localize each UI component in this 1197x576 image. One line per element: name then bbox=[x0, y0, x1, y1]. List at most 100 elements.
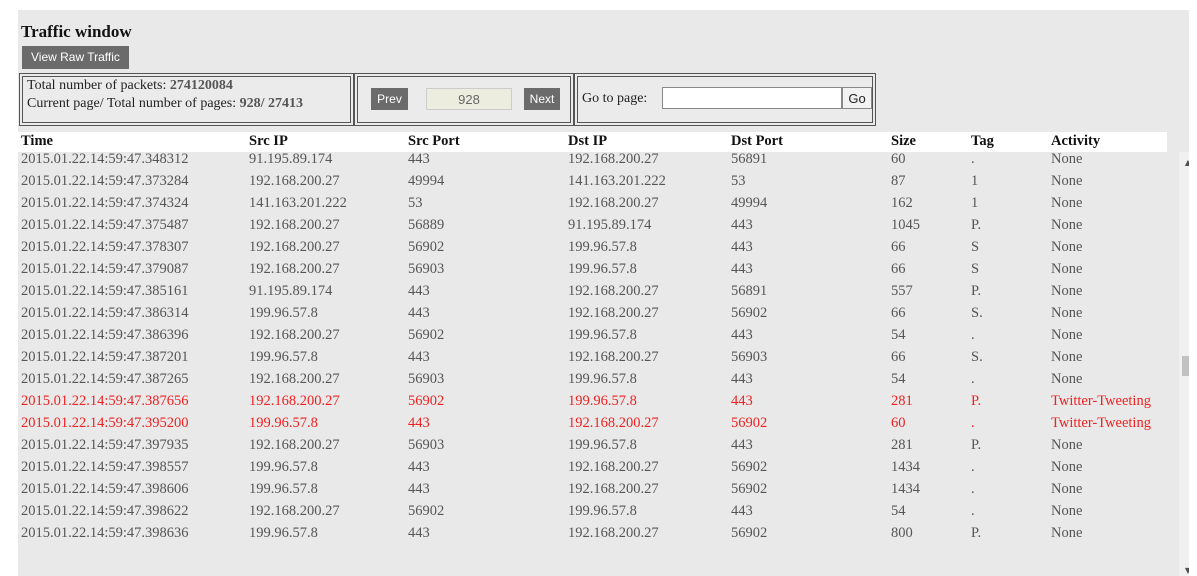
cell-time: 2015.01.22.14:59:47.386314 bbox=[21, 305, 189, 321]
cell-tag: S bbox=[971, 239, 980, 255]
table-row[interactable]: 2015.01.22.14:59:47.374324 141.163.201.22… bbox=[18, 195, 1170, 217]
cell-src-ip: 192.168.200.27 bbox=[249, 371, 340, 387]
scrollbar-thumb[interactable] bbox=[1182, 356, 1189, 376]
cell-activity: None bbox=[1051, 349, 1083, 365]
cell-time: 2015.01.22.14:59:47.395200 bbox=[21, 415, 189, 431]
cell-dst-ip: 192.168.200.27 bbox=[568, 152, 659, 167]
cell-src-port: 56903 bbox=[408, 371, 445, 387]
cell-dst-port: 443 bbox=[731, 217, 753, 233]
table-row[interactable]: 2015.01.22.14:59:47.387201 199.96.57.8 443… bbox=[18, 349, 1170, 371]
cell-src-ip: 192.168.200.27 bbox=[249, 437, 340, 453]
scroll-up-icon[interactable]: ▲ bbox=[1179, 156, 1189, 170]
cell-dst-port: 443 bbox=[731, 437, 753, 453]
cell-size: 281 bbox=[891, 393, 913, 409]
table-row[interactable]: 2015.01.22.14:59:47.395200 199.96.57.8 443… bbox=[18, 415, 1170, 437]
cell-activity: None bbox=[1051, 371, 1083, 387]
page-count: Current page/ Total number of pages: 928… bbox=[27, 96, 303, 112]
cell-dst-port: 443 bbox=[731, 261, 753, 277]
stats-box: Total number of packets: 274120084 Curre… bbox=[19, 73, 354, 126]
table-row[interactable]: 2015.01.22.14:59:47.397935 192.168.200.27… bbox=[18, 437, 1170, 459]
table-row[interactable]: 2015.01.22.14:59:47.387656 192.168.200.27… bbox=[18, 393, 1170, 415]
next-button[interactable]: Next bbox=[524, 88, 560, 110]
table-row[interactable]: 2015.01.22.14:59:47.385161 91.195.89.174 4… bbox=[18, 283, 1170, 305]
cell-tag: P. bbox=[971, 283, 982, 299]
cell-activity: None bbox=[1051, 195, 1083, 211]
table-row[interactable]: 2015.01.22.14:59:47.398622 192.168.200.27… bbox=[18, 503, 1170, 525]
col-activity: Activity bbox=[1051, 133, 1101, 149]
go-button[interactable]: Go bbox=[842, 87, 872, 109]
table-row[interactable]: 2015.01.22.14:59:47.386396 192.168.200.27… bbox=[18, 327, 1170, 349]
table-row[interactable]: 2015.01.22.14:59:47.348312 91.195.89.174 4… bbox=[18, 152, 1170, 173]
cell-time: 2015.01.22.14:59:47.378307 bbox=[21, 239, 189, 255]
cell-dst-ip: 192.168.200.27 bbox=[568, 525, 659, 541]
cell-activity: None bbox=[1051, 217, 1083, 233]
view-raw-traffic-button[interactable]: View Raw Traffic bbox=[22, 46, 129, 69]
cell-tag: P. bbox=[971, 393, 982, 409]
cell-dst-ip: 199.96.57.8 bbox=[568, 327, 637, 343]
cell-time: 2015.01.22.14:59:47.385161 bbox=[21, 283, 189, 299]
goto-label: Go to page: bbox=[582, 91, 648, 106]
cell-activity: Twitter-Tweeting bbox=[1051, 415, 1151, 431]
cell-dst-port: 56903 bbox=[731, 349, 768, 365]
prev-button[interactable]: Prev bbox=[371, 88, 408, 110]
cell-time: 2015.01.22.14:59:47.387656 bbox=[21, 393, 189, 409]
cell-time: 2015.01.22.14:59:47.375487 bbox=[21, 217, 189, 233]
goto-page-input[interactable] bbox=[662, 87, 842, 109]
cell-dst-ip: 192.168.200.27 bbox=[568, 195, 659, 211]
table-row[interactable]: 2015.01.22.14:59:47.373284 192.168.200.27… bbox=[18, 173, 1170, 195]
cell-dst-port: 53 bbox=[731, 173, 746, 189]
cell-dst-port: 443 bbox=[731, 239, 753, 255]
cell-tag: P. bbox=[971, 217, 982, 233]
cell-activity: None bbox=[1051, 481, 1083, 497]
window-title: Traffic window bbox=[21, 22, 132, 41]
cell-src-port: 443 bbox=[408, 415, 430, 431]
current-page-input[interactable] bbox=[426, 88, 512, 110]
col-size: Size bbox=[891, 133, 916, 149]
traffic-table-body: 2015.01.22.14:59:47.348312 91.195.89.174 4… bbox=[18, 152, 1170, 576]
page-count-label: Current page/ Total number of pages: bbox=[27, 96, 237, 111]
total-packets-label: Total number of packets: bbox=[27, 78, 167, 93]
cell-tag: . bbox=[971, 415, 975, 431]
cell-tag: . bbox=[971, 371, 975, 387]
cell-src-port: 56902 bbox=[408, 327, 445, 343]
cell-src-port: 53 bbox=[408, 195, 423, 211]
cell-size: 66 bbox=[891, 349, 906, 365]
cell-time: 2015.01.22.14:59:47.398606 bbox=[21, 481, 189, 497]
cell-size: 87 bbox=[891, 173, 906, 189]
table-row[interactable]: 2015.01.22.14:59:47.398606 199.96.57.8 443… bbox=[18, 481, 1170, 503]
table-row[interactable]: 2015.01.22.14:59:47.387265 192.168.200.27… bbox=[18, 371, 1170, 393]
cell-src-ip: 91.195.89.174 bbox=[249, 152, 333, 167]
cell-src-port: 443 bbox=[408, 481, 430, 497]
cell-size: 66 bbox=[891, 239, 906, 255]
cell-time: 2015.01.22.14:59:47.379087 bbox=[21, 261, 189, 277]
cell-tag: S. bbox=[971, 349, 983, 365]
cell-dst-ip: 91.195.89.174 bbox=[568, 217, 652, 233]
cell-time: 2015.01.22.14:59:47.398622 bbox=[21, 503, 189, 519]
cell-src-port: 443 bbox=[408, 349, 430, 365]
scrollbar[interactable]: ▲ ▼ bbox=[1179, 152, 1189, 576]
cell-dst-ip: 192.168.200.27 bbox=[568, 415, 659, 431]
cell-src-port: 443 bbox=[408, 525, 430, 541]
cell-src-port: 443 bbox=[408, 305, 430, 321]
cell-dst-ip: 192.168.200.27 bbox=[568, 349, 659, 365]
table-row[interactable]: 2015.01.22.14:59:47.378307 192.168.200.27… bbox=[18, 239, 1170, 261]
table-row[interactable]: 2015.01.22.14:59:47.375487 192.168.200.27… bbox=[18, 217, 1170, 239]
table-row[interactable]: 2015.01.22.14:59:47.386314 199.96.57.8 443… bbox=[18, 305, 1170, 327]
cell-size: 1045 bbox=[891, 217, 920, 233]
col-dst-ip: Dst IP bbox=[568, 133, 608, 149]
cell-dst-ip: 192.168.200.27 bbox=[568, 283, 659, 299]
cell-src-ip: 199.96.57.8 bbox=[249, 525, 318, 541]
scroll-down-icon[interactable]: ▼ bbox=[1179, 564, 1189, 576]
cell-dst-port: 56902 bbox=[731, 415, 768, 431]
col-src-port: Src Port bbox=[408, 133, 460, 149]
cell-tag: 1 bbox=[971, 173, 979, 189]
table-row[interactable]: 2015.01.22.14:59:47.398557 199.96.57.8 443… bbox=[18, 459, 1170, 481]
table-row[interactable]: 2015.01.22.14:59:47.379087 192.168.200.27… bbox=[18, 261, 1170, 283]
table-row[interactable]: 2015.01.22.14:59:47.398636 199.96.57.8 443… bbox=[18, 525, 1170, 547]
cell-src-port: 49994 bbox=[408, 173, 445, 189]
cell-time: 2015.01.22.14:59:47.397935 bbox=[21, 437, 189, 453]
cell-time: 2015.01.22.14:59:47.373284 bbox=[21, 173, 189, 189]
cell-tag: S bbox=[971, 261, 980, 277]
cell-src-ip: 91.195.89.174 bbox=[249, 283, 333, 299]
cell-dst-ip: 199.96.57.8 bbox=[568, 239, 637, 255]
